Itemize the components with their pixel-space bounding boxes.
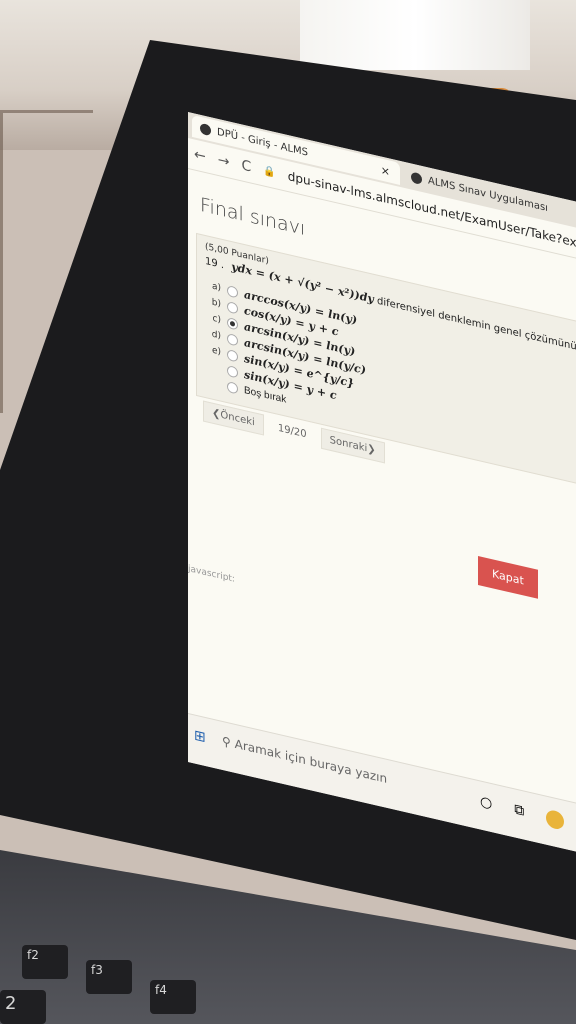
radio-button[interactable] (227, 348, 238, 363)
task-view-icon[interactable]: ⧉ (514, 801, 524, 821)
globe-icon (411, 170, 422, 185)
option-letter: e) (211, 345, 221, 358)
previous-label: Önceki (220, 409, 255, 429)
page-indicator: 19/20 (277, 422, 307, 441)
globe-icon (200, 122, 211, 136)
key-f2: f2 (22, 945, 68, 979)
option-letter: c) (212, 313, 221, 326)
next-label: Sonraki (329, 434, 368, 455)
back-button[interactable]: ← (194, 146, 206, 165)
windows-start-icon[interactable]: ⊞ (194, 727, 206, 746)
radio-button-selected[interactable] (227, 316, 238, 331)
radio-button[interactable] (227, 300, 238, 315)
forward-button[interactable]: → (218, 152, 230, 171)
status-text: javascript: (188, 564, 235, 585)
option-letter: d) (211, 329, 221, 342)
file-explorer-icon[interactable] (546, 808, 565, 831)
close-button[interactable]: Kapat (478, 555, 538, 599)
radio-button[interactable] (227, 364, 238, 379)
chevron-right-icon: ❯ (367, 443, 376, 457)
radio-button[interactable] (227, 284, 238, 299)
reload-button[interactable]: C (241, 157, 251, 175)
option-letter: a) (211, 281, 221, 294)
option-letter (209, 366, 221, 369)
window-light (300, 0, 530, 70)
option-letter: b) (211, 297, 221, 310)
key-2: 2 (0, 990, 46, 1024)
close-icon[interactable]: × (381, 163, 390, 178)
laptop-screen: DPÜ - Giriş - ALMS × ALMS Sınav Uygulama… (188, 112, 576, 871)
lock-icon: 🔒 (263, 164, 276, 179)
question-number: 19 . (205, 255, 225, 272)
key-f4: f4 (150, 980, 196, 1014)
cortana-icon[interactable]: ○ (480, 793, 492, 814)
radio-button[interactable] (227, 332, 238, 347)
search-icon: ⚲ (222, 733, 231, 750)
key-f3: f3 (86, 960, 132, 994)
radio-button[interactable] (227, 380, 238, 395)
